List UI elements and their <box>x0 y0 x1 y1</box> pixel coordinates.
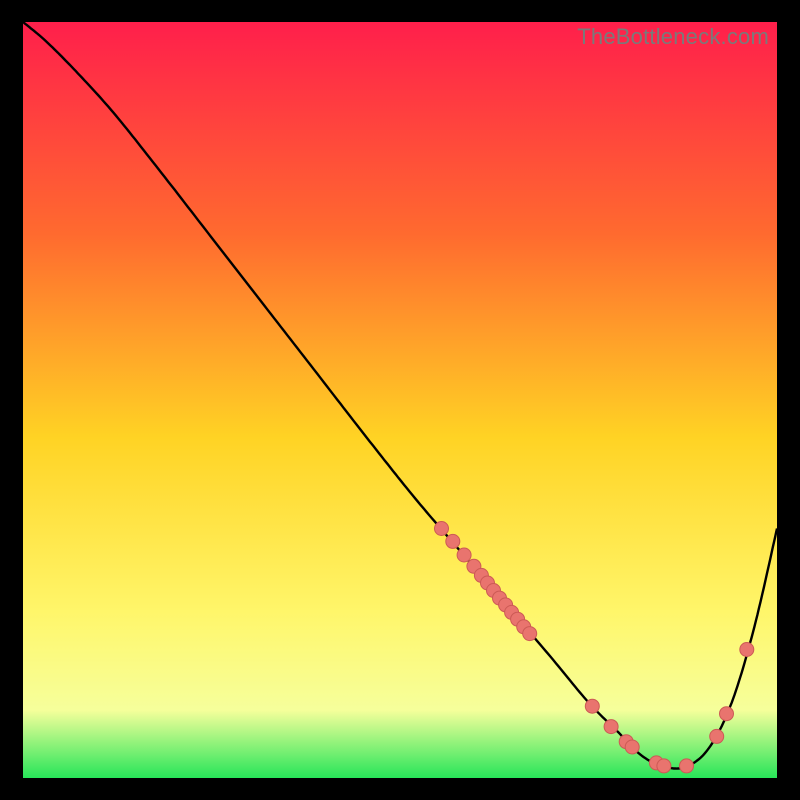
data-marker <box>435 522 449 536</box>
data-marker <box>457 548 471 562</box>
data-marker <box>657 759 671 773</box>
data-marker <box>720 707 734 721</box>
data-marker <box>446 534 460 548</box>
data-marker <box>710 729 724 743</box>
data-marker <box>523 627 537 641</box>
watermark-text: TheBottleneck.com <box>577 24 769 50</box>
data-marker <box>604 720 618 734</box>
data-marker <box>625 740 639 754</box>
chart-background <box>23 22 777 778</box>
data-marker <box>585 699 599 713</box>
data-marker <box>740 643 754 657</box>
data-marker <box>680 759 694 773</box>
chart-plot <box>23 22 777 778</box>
chart-frame: TheBottleneck.com <box>23 22 777 778</box>
